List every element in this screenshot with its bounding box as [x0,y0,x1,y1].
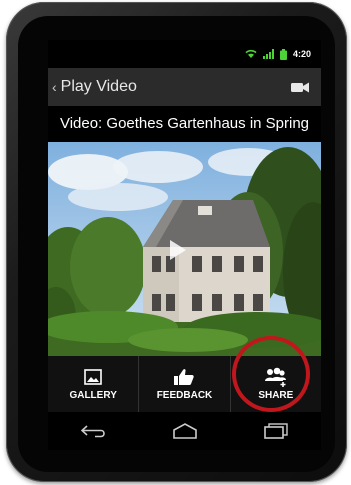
signal-icon [262,49,274,59]
status-time: 4:20 [292,49,311,59]
gallery-label: GALLERY [69,390,117,401]
phone-screen: 4:20 ‹ Play Video Video: Goethes Gartenh… [48,40,321,450]
feedback-label: FEEDBACK [156,390,213,401]
recents-icon[interactable] [263,423,289,439]
status-bar: 4:20 [48,40,321,68]
back-icon[interactable] [80,424,107,438]
feedback-button[interactable]: FEEDBACK [139,356,231,412]
video-title: Video: Goethes Gartenhaus in Spring [59,115,310,132]
video-camera-icon[interactable] [291,82,309,93]
chevron-left-icon[interactable]: ‹ [52,79,57,95]
action-bar: ‹ Play Video [48,68,321,106]
gallery-button[interactable]: GALLERY [48,356,140,412]
bottom-action-bar: GALLERY FEEDBACK SHARE [48,356,321,412]
share-button[interactable]: SHARE [231,356,321,412]
battery-icon [279,48,287,60]
thumbs-up-icon [174,369,195,385]
navigation-bar [48,412,321,450]
action-bar-title[interactable]: Play Video [61,78,291,96]
video-thumbnail [48,142,321,356]
wifi-icon [245,49,257,58]
image-icon [84,369,102,385]
share-label: SHARE [258,390,294,401]
video-player[interactable] [48,142,321,356]
share-people-icon [264,367,286,387]
home-icon[interactable] [172,423,198,439]
